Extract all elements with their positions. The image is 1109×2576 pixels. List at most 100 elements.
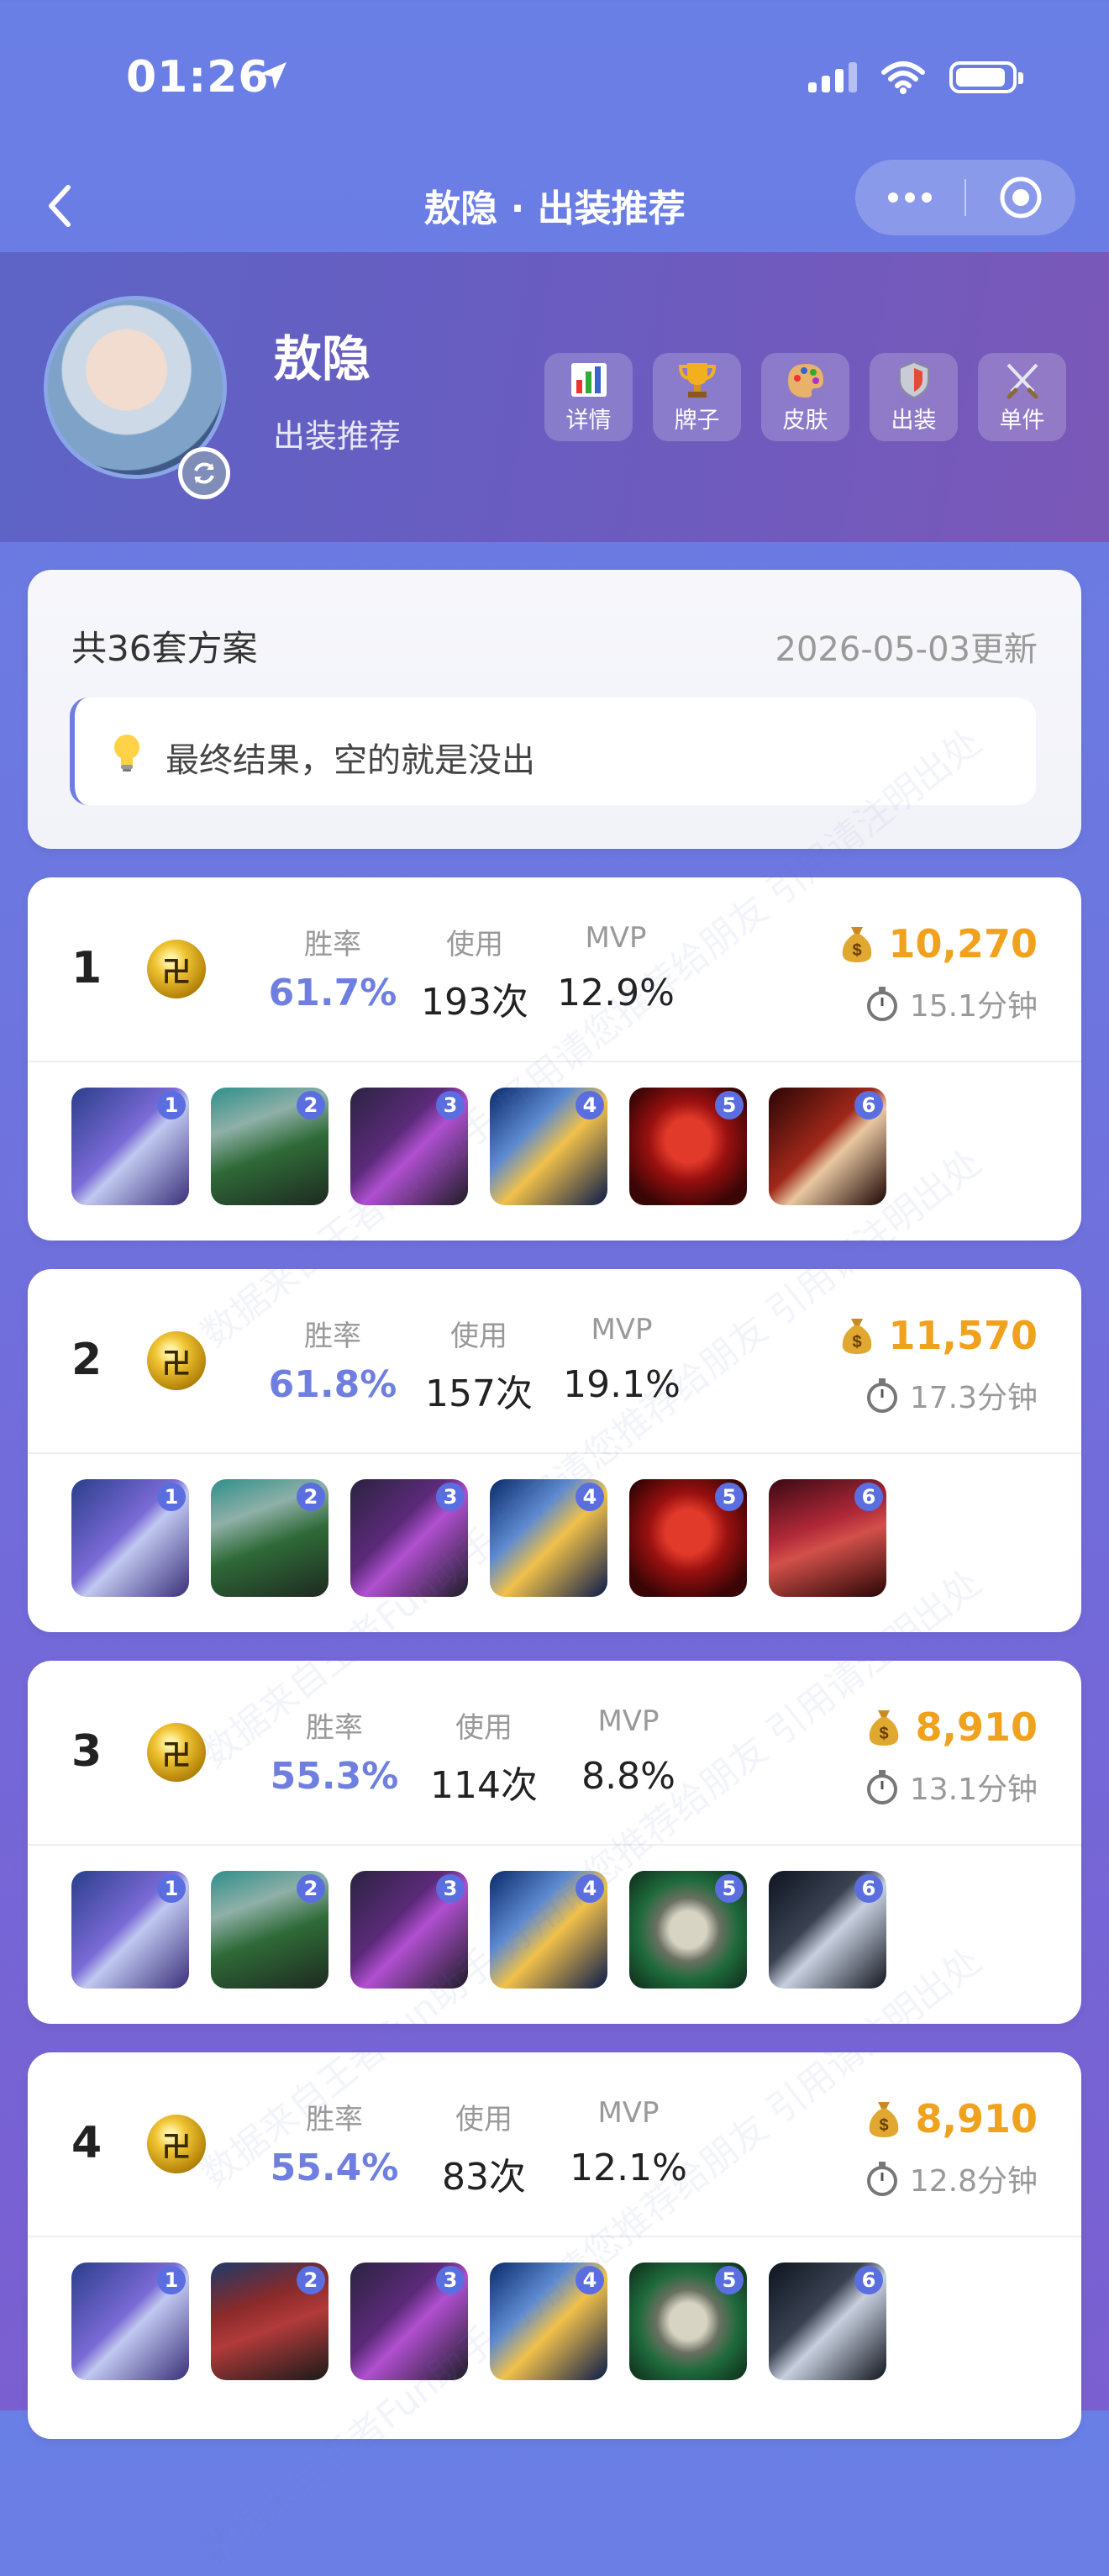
lightbulb-icon <box>114 735 139 772</box>
build-rank: 3 <box>71 1726 102 1777</box>
stopwatch-icon <box>866 2162 897 2196</box>
action-details-button[interactable]: 详情 <box>544 353 633 441</box>
gold-total: $ 8,910 <box>866 1704 1038 1750</box>
green-shield-item-icon[interactable]: 5 <box>629 2263 747 2380</box>
purple-armor-item-icon[interactable]: 1 <box>71 1479 189 1597</box>
green-boots-item-icon[interactable]: 2 <box>211 1088 328 1205</box>
mini-program-capsule <box>855 160 1075 235</box>
gold-amount: 8,910 <box>915 1704 1038 1750</box>
mvp-label: MVP <box>591 1313 653 1346</box>
gold-total: $ 10,270 <box>839 921 1038 967</box>
refresh-icon <box>194 462 214 484</box>
win-rate-label: 胜率 <box>306 1711 363 1745</box>
stopwatch-icon <box>866 1378 897 1413</box>
cellular-signal-icon <box>808 62 857 92</box>
gold-trident-item-icon[interactable]: 4 <box>490 1871 607 1989</box>
close-target-button[interactable] <box>966 175 1075 220</box>
red-helm-item-icon[interactable]: 5 <box>629 1479 747 1597</box>
mvp-value: 19.1% <box>563 1363 681 1406</box>
purple-claw-item-icon[interactable]: 3 <box>350 1088 468 1205</box>
gold-amount: 10,270 <box>888 921 1038 967</box>
purple-armor-item-icon[interactable]: 1 <box>71 2263 189 2380</box>
silver-spear-item-icon[interactable]: 6 <box>769 1871 886 1989</box>
duration-value: 15.1分钟 <box>909 989 1038 1024</box>
usage-value: 83次 <box>442 2156 526 2199</box>
item-row: 1 2 3 4 5 6 <box>71 1088 886 1205</box>
red-boots-item-icon[interactable]: 2 <box>211 2263 328 2380</box>
avg-duration: 13.1分钟 <box>865 1765 1038 1809</box>
gold-amount: 8,910 <box>915 2096 1038 2141</box>
hero-subtitle: 出装推荐 <box>273 418 402 455</box>
crossed-swords-icon <box>1007 363 1038 399</box>
usage-value: 193次 <box>421 981 528 1024</box>
money-bag-icon: $ <box>843 927 872 962</box>
duration-value: 12.8分钟 <box>909 2164 1038 2199</box>
tip-box: 最终结果，空的就是没出 <box>70 698 1036 805</box>
win-rate-value: 55.4% <box>270 2147 399 2189</box>
green-shield-item-icon[interactable]: 5 <box>629 1871 747 1989</box>
green-boots-item-icon[interactable]: 2 <box>211 1871 328 1989</box>
purple-armor-item-icon[interactable]: 1 <box>71 1871 189 1989</box>
more-options-button[interactable] <box>855 192 964 203</box>
avg-duration: 17.3分钟 <box>865 1373 1038 1417</box>
usage-label: 使用 <box>450 1320 507 1353</box>
gold-total: $ 8,910 <box>866 2096 1038 2141</box>
hero-header: 敖隐 出装推荐 详情 牌子 皮肤 出装 单件 <box>0 252 1109 542</box>
green-boots-item-icon[interactable]: 2 <box>211 1479 328 1597</box>
money-bag-icon: $ <box>870 1710 899 1746</box>
action-builds-button[interactable]: 出装 <box>870 353 958 441</box>
red-helm-item-icon[interactable]: 5 <box>629 1088 747 1205</box>
svg-text:$: $ <box>853 941 862 960</box>
svg-text:$: $ <box>880 1725 889 1743</box>
win-rate-label: 胜率 <box>304 928 361 961</box>
build-card-4[interactable]: 4 卍 胜率 使用 MVP 55.4% 83次 12.1% $ 8,910 12… <box>28 2052 1081 2439</box>
item-row: 1 2 3 4 5 6 <box>71 2263 886 2380</box>
mvp-value: 12.9% <box>557 972 675 1014</box>
medal-icon: 卍 <box>147 940 206 998</box>
action-badge-button[interactable]: 牌子 <box>653 353 741 441</box>
avg-duration: 15.1分钟 <box>865 982 1038 1025</box>
purple-claw-item-icon[interactable]: 3 <box>350 2263 468 2380</box>
status-bar: 01:26 <box>0 0 1109 160</box>
win-rate-label: 胜率 <box>304 1320 361 1353</box>
palette-icon <box>787 364 823 398</box>
svg-text:$: $ <box>853 1333 862 1351</box>
medal-icon: 卍 <box>147 2115 206 2173</box>
mvp-value: 12.1% <box>570 2147 687 2189</box>
win-rate-value: 61.8% <box>268 1363 397 1406</box>
gold-trident-item-icon[interactable]: 4 <box>490 1479 607 1597</box>
build-card-3[interactable]: 3 卍 胜率 使用 MVP 55.3% 114次 8.8% $ 8,910 13… <box>28 1661 1081 2024</box>
money-bag-icon: $ <box>843 1319 872 1354</box>
item-row: 1 2 3 4 5 6 <box>71 1871 886 1989</box>
battery-icon <box>949 61 1023 93</box>
usage-label: 使用 <box>446 928 503 961</box>
stopwatch-icon <box>866 987 897 1021</box>
red-wing-item-icon[interactable]: 6 <box>769 1479 886 1597</box>
usage-value: 114次 <box>430 1764 538 1807</box>
switch-hero-button[interactable] <box>178 447 230 499</box>
usage-label: 使用 <box>455 1711 512 1745</box>
action-skins-button[interactable]: 皮肤 <box>761 353 849 441</box>
red-blade-item-icon[interactable]: 6 <box>769 1088 886 1205</box>
gold-trident-item-icon[interactable]: 4 <box>490 2263 607 2380</box>
mvp-label: MVP <box>585 921 647 955</box>
purple-claw-item-icon[interactable]: 3 <box>350 1479 468 1597</box>
svg-text:$: $ <box>880 2116 889 2135</box>
item-row: 1 2 3 4 5 6 <box>71 1479 886 1597</box>
purple-armor-item-icon[interactable]: 1 <box>71 1088 189 1205</box>
tip-text: 最终结果，空的就是没出 <box>166 741 535 780</box>
mvp-label: MVP <box>597 1704 660 1738</box>
build-card-2[interactable]: 2 卍 胜率 使用 MVP 61.8% 157次 19.1% $ 11,570 … <box>28 1269 1081 1632</box>
gold-trident-item-icon[interactable]: 4 <box>490 1088 607 1205</box>
silver-spear-item-icon[interactable]: 6 <box>769 2263 886 2380</box>
medal-icon: 卍 <box>147 1331 206 1390</box>
build-card-1[interactable]: 1 卍 胜率 使用 MVP 61.7% 193次 12.9% $ 10,270 … <box>28 877 1081 1241</box>
update-date: 2026-05-03更新 <box>775 630 1038 669</box>
usage-label: 使用 <box>455 2103 512 2136</box>
action-items-button[interactable]: 单件 <box>978 353 1066 441</box>
mvp-value: 8.8% <box>581 1755 675 1798</box>
gold-total: $ 11,570 <box>839 1313 1038 1358</box>
build-rank: 1 <box>71 943 102 993</box>
purple-claw-item-icon[interactable]: 3 <box>350 1871 468 1989</box>
win-rate-value: 55.3% <box>270 1755 399 1798</box>
